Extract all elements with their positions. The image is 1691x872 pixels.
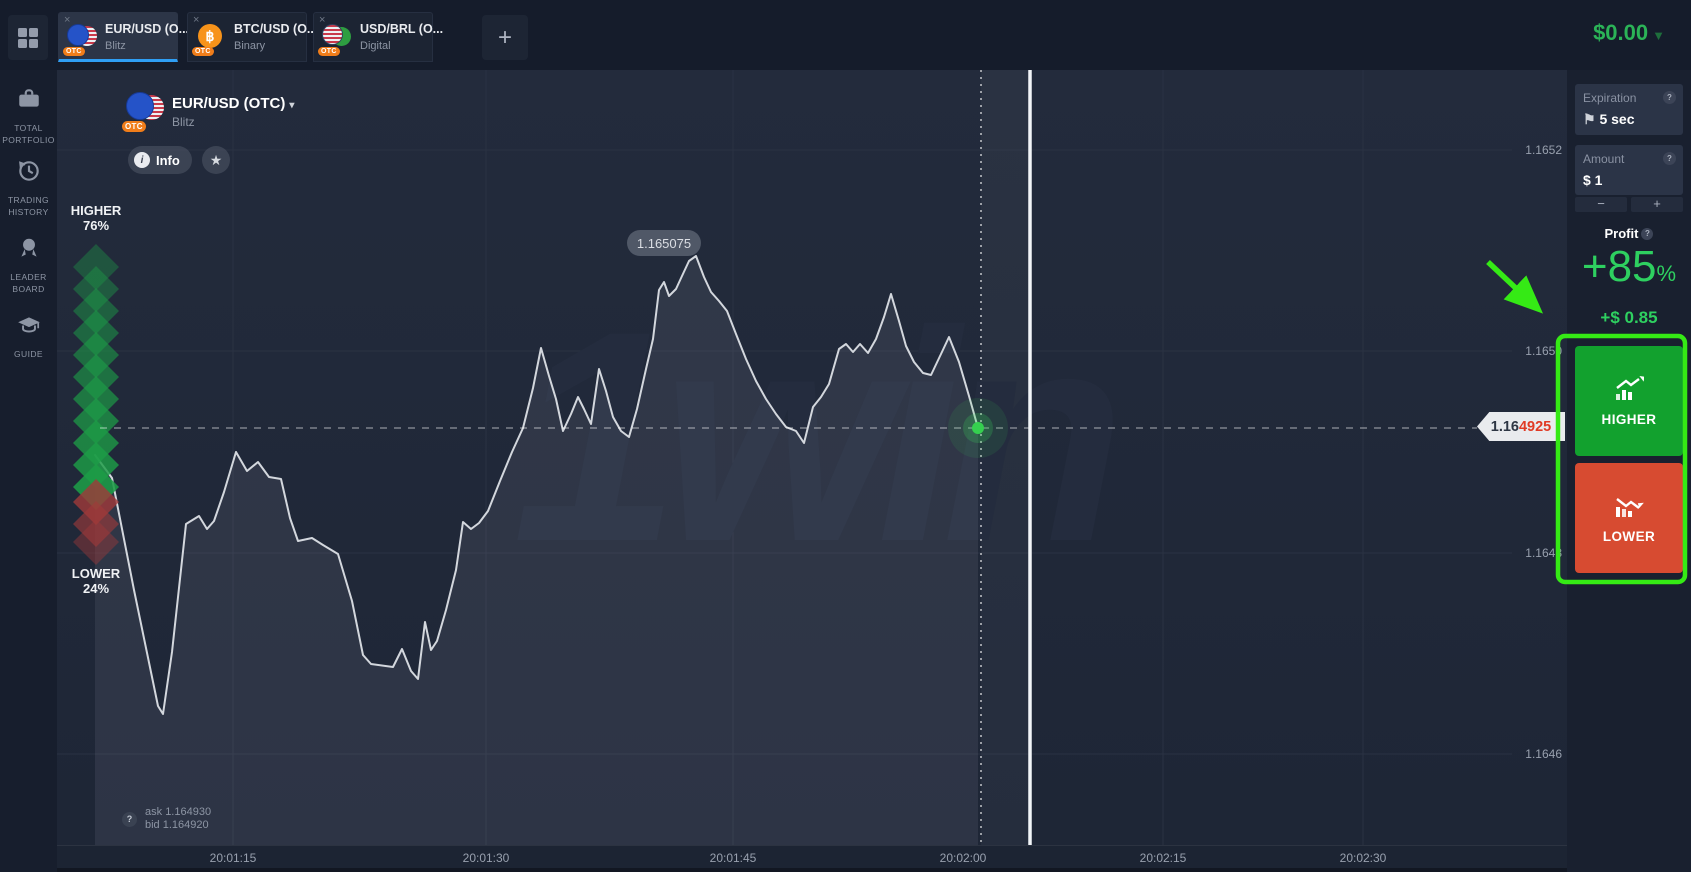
- tab-btc-usd[interactable]: × ฿ OTC BTC/USD (O... Binary: [187, 12, 307, 62]
- tab-usd-brl[interactable]: × OTC USD/BRL (O... Digital: [313, 12, 433, 62]
- help-icon[interactable]: ?: [1641, 228, 1653, 240]
- usd-brl-otc-icon: OTC: [322, 24, 352, 54]
- left-sidebar: TOTAL PORTFOLIO TRADING HISTORY LEADER B…: [0, 70, 57, 872]
- history-clock-icon: [16, 158, 42, 184]
- price-tick-label: 1.1650: [1512, 344, 1562, 358]
- current-price-tag: 1.164925: [1477, 412, 1565, 441]
- eur-usd-otc-icon: OTC: [126, 92, 164, 130]
- medal-icon: [16, 235, 42, 261]
- chart-up-icon: [1614, 376, 1644, 402]
- profit-percent: +85%: [1567, 242, 1691, 292]
- balance-dropdown[interactable]: $0.00 ▼: [1593, 20, 1665, 46]
- price-tick-label: 1.1646: [1512, 747, 1562, 761]
- info-button[interactable]: i Info: [128, 146, 192, 174]
- time-tick-label: 20:01:30: [463, 851, 510, 865]
- price-chart: 1win: [0, 0, 1691, 872]
- tab-title: USD/BRL (O...: [360, 22, 443, 36]
- expiration-value: 5 sec: [1599, 111, 1634, 127]
- price-tag-prefix: 1.16: [1491, 419, 1519, 435]
- apps-menu-button[interactable]: [8, 15, 48, 60]
- info-label: Info: [156, 153, 180, 168]
- sidebar-label: TOTAL PORTFOLIO: [0, 122, 57, 146]
- profit-label: Profit?: [1567, 226, 1691, 241]
- price-tag-suffix: 4925: [1519, 419, 1551, 435]
- top-bar: × OTC EUR/USD (O... Blitz × ฿ OTC BTC/US…: [0, 0, 1691, 70]
- sidebar-item-trading-history[interactable]: TRADING HISTORY: [0, 158, 57, 218]
- sidebar-label: LEADER BOARD: [0, 271, 57, 295]
- higher-button-label: HIGHER: [1602, 412, 1657, 427]
- btc-usd-otc-icon: ฿ OTC: [196, 24, 226, 54]
- time-tick-label: 20:02:00: [940, 851, 987, 865]
- axis-bottom-strip: [57, 868, 1567, 872]
- time-tick-label: 20:01:45: [710, 851, 757, 865]
- chart-down-icon: [1614, 493, 1644, 519]
- help-icon[interactable]: ?: [1663, 91, 1676, 104]
- tab-eur-usd[interactable]: × OTC EUR/USD (O... Blitz: [58, 12, 178, 62]
- lower-button-label: LOWER: [1603, 529, 1655, 544]
- tab-subtitle: Digital: [360, 40, 391, 52]
- tab-title: EUR/USD (O...: [105, 22, 189, 36]
- sidebar-item-guide[interactable]: GUIDE: [0, 312, 57, 360]
- amount-value: $ 1: [1583, 172, 1675, 188]
- amount-decrease-button[interactable]: −: [1575, 197, 1627, 212]
- sentiment-lower: LOWER24%: [51, 566, 141, 596]
- amount-increase-button[interactable]: +: [1631, 197, 1683, 212]
- expiration-field[interactable]: Expiration ? ⚑ 5 sec: [1575, 84, 1683, 135]
- trade-panel: Expiration ? ⚑ 5 sec Amount ? $ 1 − + Pr…: [1567, 70, 1691, 872]
- sidebar-label: TRADING HISTORY: [0, 194, 57, 218]
- sidebar-item-leader-board[interactable]: LEADER BOARD: [0, 235, 57, 295]
- instrument-selector[interactable]: EUR/USD (OTC) ▾: [172, 95, 294, 112]
- finish-flag-icon: ⚑: [1583, 111, 1596, 127]
- instrument-type: Blitz: [172, 115, 195, 129]
- add-tab-button[interactable]: +: [482, 15, 528, 60]
- chevron-down-icon: ▾: [289, 100, 294, 111]
- trading-app: 1win 1.165075 1.164925 20:01:1520:01:302…: [0, 0, 1691, 872]
- tab-subtitle: Blitz: [105, 40, 126, 52]
- favorite-star-button[interactable]: ★: [202, 146, 230, 174]
- time-tick-label: 20:01:15: [210, 851, 257, 865]
- sidebar-item-total-portfolio[interactable]: TOTAL PORTFOLIO: [0, 86, 57, 146]
- sidebar-label: GUIDE: [0, 348, 57, 360]
- apps-grid-icon: [17, 27, 39, 49]
- price-tick-label: 1.1652: [1512, 143, 1562, 157]
- amount-label: Amount: [1583, 152, 1675, 166]
- graduation-cap-icon: [16, 312, 42, 338]
- balance-value: $0.00: [1593, 20, 1648, 45]
- ask-value: 1.164930: [165, 806, 211, 818]
- sentiment-higher: HIGHER76%: [51, 203, 141, 233]
- time-tick-label: 20:02:30: [1340, 851, 1387, 865]
- price-tick-label: 1.1648: [1512, 546, 1562, 560]
- lower-button[interactable]: LOWER: [1575, 463, 1683, 573]
- higher-button[interactable]: HIGHER: [1575, 346, 1683, 456]
- chevron-down-icon: ▼: [1652, 28, 1665, 43]
- help-icon[interactable]: ?: [122, 812, 137, 827]
- briefcase-icon: [16, 86, 42, 112]
- tab-subtitle: Binary: [234, 40, 265, 52]
- tab-title: BTC/USD (O...: [234, 22, 317, 36]
- expiration-label: Expiration: [1583, 91, 1675, 105]
- bid-value: 1.164920: [163, 819, 209, 831]
- profit-amount: +$ 0.85: [1567, 308, 1691, 328]
- amount-field[interactable]: Amount ? $ 1: [1575, 145, 1683, 195]
- instrument-title: EUR/USD (OTC): [172, 95, 285, 112]
- info-icon: i: [134, 152, 150, 168]
- time-tick-label: 20:02:15: [1140, 851, 1187, 865]
- eur-usd-otc-icon: OTC: [67, 24, 97, 54]
- time-axis: 20:01:15 20:01:30 20:01:45 20:02:00 20:02:15…: [57, 845, 1567, 868]
- ask-bid-quotes: ? ask 1.164930 bid 1.164920: [122, 806, 211, 832]
- peak-price-tooltip: 1.165075: [627, 230, 701, 256]
- help-icon[interactable]: ?: [1663, 152, 1676, 165]
